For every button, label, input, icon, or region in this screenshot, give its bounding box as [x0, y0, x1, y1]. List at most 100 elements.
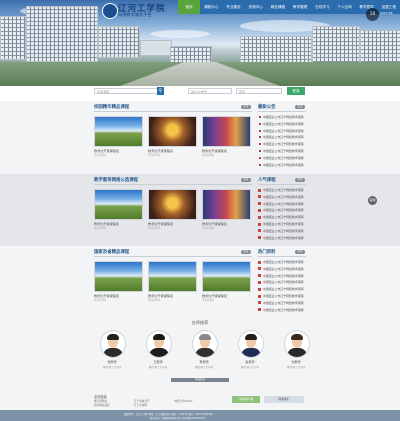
hot-rank-icon — [258, 195, 261, 199]
teacher-title: 教授/博士生导师 — [240, 366, 260, 369]
course-thumbnail[interactable] — [202, 189, 251, 220]
section-more-button[interactable]: 更多 — [241, 105, 251, 109]
customer-service-float-button[interactable]: 客服 — [368, 196, 377, 205]
course-meta: 学分6学时 — [202, 154, 215, 157]
side-list-item[interactable]: 中国结业公布辽宁网络教学课程 — [263, 156, 303, 160]
hot-rank-icon — [258, 202, 261, 206]
username-field[interactable]: 用户名/学号 — [188, 88, 232, 94]
course-thumbnail[interactable] — [202, 116, 251, 147]
section-divider — [94, 256, 252, 257]
side-list-item[interactable]: 中国结业公布辽宁网络教学课程 — [263, 142, 303, 146]
date-badge: 10 — [366, 8, 379, 21]
side-list-item[interactable]: 中国结业公布辽宁网络教学课程 — [263, 208, 303, 212]
hero-carousel-dots[interactable] — [182, 77, 207, 86]
side-list-item[interactable]: 中国结业公布辽宁网络教学课程 — [263, 115, 303, 119]
side-list-item[interactable]: 中国结业公布辽宁网络教学课程 — [263, 129, 303, 133]
course-thumbnail[interactable] — [202, 261, 251, 292]
side-list-item[interactable]: 中国结业公布辽宁网络教学课程 — [263, 122, 303, 126]
side-divider — [258, 184, 306, 185]
password-field[interactable]: 密码 — [236, 88, 282, 94]
login-button[interactable]: 登录 — [287, 87, 305, 95]
list-bullet — [259, 156, 261, 159]
section-more-button[interactable]: 更多 — [241, 178, 251, 182]
teacher-name[interactable]: 李老师 — [184, 360, 224, 364]
footer-support: 技术支持：网络教学服务平台 辽ICP备00000000号 — [150, 417, 205, 420]
teacher-avatar[interactable] — [146, 330, 172, 358]
side-list-item[interactable]: 中国结业公布辽宁网络教学课程 — [263, 215, 303, 219]
course-thumbnail[interactable] — [94, 116, 143, 147]
hot-rank-icon — [258, 287, 261, 291]
side-list-item[interactable]: 中国结业公布辽宁网络教学课程 — [263, 163, 303, 167]
course-thumbnail[interactable] — [148, 261, 197, 292]
course-thumbnail[interactable] — [94, 261, 143, 292]
section-divider — [94, 111, 252, 112]
nav-item[interactable]: 资源中心 — [245, 0, 267, 14]
teacher-avatar[interactable] — [284, 330, 310, 358]
side-list-item[interactable]: 中国结业公布辽宁网络教学课程 — [263, 301, 303, 305]
friend-link[interactable]: 中国大学MOOC — [174, 399, 193, 403]
side-list-item[interactable]: 中国结业公布辽宁网络教学课程 — [263, 188, 303, 192]
search-icon: ⚲ — [158, 88, 163, 94]
teachers-more-button[interactable]: 查看更多 — [171, 378, 229, 382]
side-panel-title: 最新公告 — [258, 105, 276, 110]
search-button[interactable]: ⚲ — [157, 87, 164, 95]
side-list-item[interactable]: 中国结业公布辽宁网络教学课程 — [263, 274, 303, 278]
side-list-item[interactable]: 中国结业公布辽宁网络教学课程 — [263, 195, 303, 199]
section-divider — [94, 184, 252, 185]
section-title: 校园精华精品课程 — [94, 105, 130, 110]
side-panel-title: 人气课程 — [258, 178, 276, 183]
mobile-app-button[interactable]: 手机客户端 — [232, 396, 260, 403]
teacher-title: 教授/博士生导师 — [148, 366, 168, 369]
friend-link[interactable]: 辽宁高校网 — [134, 403, 147, 407]
side-list-item[interactable]: 中国结业公布辽宁网络教学课程 — [263, 280, 303, 284]
hot-rank-icon — [258, 215, 261, 219]
teacher-name[interactable]: 王老师 — [138, 360, 178, 364]
teacher-avatar[interactable] — [238, 330, 264, 358]
side-list-item[interactable]: 中国结业公布辽宁网络教学课程 — [263, 287, 303, 291]
side-panel-more-button[interactable]: 更多 — [295, 178, 305, 182]
side-list-item[interactable]: 中国结业公布辽宁网络教学课程 — [263, 294, 303, 298]
hot-rank-icon — [258, 280, 261, 284]
side-list-item[interactable]: 中国结业公布辽宁网络教学课程 — [263, 260, 303, 264]
nav-item[interactable]: 专业建设 — [222, 0, 244, 14]
side-list-item[interactable]: 中国结业公布辽宁网络教学课程 — [263, 222, 303, 226]
side-list-item[interactable]: 中国结业公布辽宁网络教学课程 — [263, 229, 303, 233]
nav-item[interactable]: 首页 — [178, 0, 201, 14]
course-thumbnail[interactable] — [148, 116, 197, 147]
teacher-name[interactable]: 赵老师 — [230, 360, 270, 364]
teachers-title: 名师推荐 — [191, 320, 209, 325]
list-bullet — [259, 116, 261, 118]
side-panel-more-button[interactable]: 更多 — [295, 105, 305, 109]
side-list-item[interactable]: 中国结业公布辽宁网络教学课程 — [263, 149, 303, 153]
side-list-item[interactable]: 中国结业公布辽宁网络教学课程 — [263, 267, 303, 271]
nav-item[interactable]: 课程中心 — [200, 0, 222, 14]
side-list-item[interactable]: 中国结业公布辽宁网络教学课程 — [263, 135, 303, 139]
course-thumbnail[interactable] — [94, 189, 143, 220]
nav-item[interactable]: 教学管理 — [289, 0, 311, 14]
side-list-item[interactable]: 中国结业公布辽宁网络教学课程 — [263, 202, 303, 206]
nav-item[interactable]: 在线学习 — [311, 0, 333, 14]
friend-link[interactable]: 国家精品课程 — [94, 403, 110, 407]
side-list-item[interactable]: 中国结业公布辽宁网络教学课程 — [263, 236, 303, 240]
contact-button[interactable]: 联系我们 — [264, 396, 304, 403]
section-title: 教学督导网络公选课程 — [94, 178, 138, 183]
course-search-input[interactable]: 搜索课程 — [94, 88, 158, 94]
side-divider — [258, 256, 306, 257]
hot-rank-icon — [258, 208, 261, 212]
teacher-avatar[interactable] — [100, 330, 126, 358]
course-meta: 学分6学时 — [202, 227, 215, 230]
list-bullet — [259, 163, 261, 166]
nav-item[interactable]: 精品课程 — [267, 0, 289, 14]
teacher-name[interactable]: 张老师 — [92, 360, 132, 364]
side-list-item[interactable]: 中国结业公布辽宁网络教学课程 — [263, 308, 303, 312]
teacher-name[interactable]: 刘老师 — [276, 360, 316, 364]
teacher-avatar[interactable] — [192, 330, 218, 358]
side-panel-more-button[interactable]: 更多 — [295, 250, 305, 254]
course-thumbnail[interactable] — [148, 189, 197, 220]
course-meta: 学分6学时 — [148, 227, 161, 230]
nav-item[interactable]: 个人空间 — [333, 0, 355, 14]
section-more-button[interactable]: 更多 — [241, 250, 251, 254]
school-seal-logo[interactable] — [102, 3, 118, 19]
hot-rank-icon — [258, 260, 261, 264]
hot-rank-icon — [258, 222, 261, 226]
